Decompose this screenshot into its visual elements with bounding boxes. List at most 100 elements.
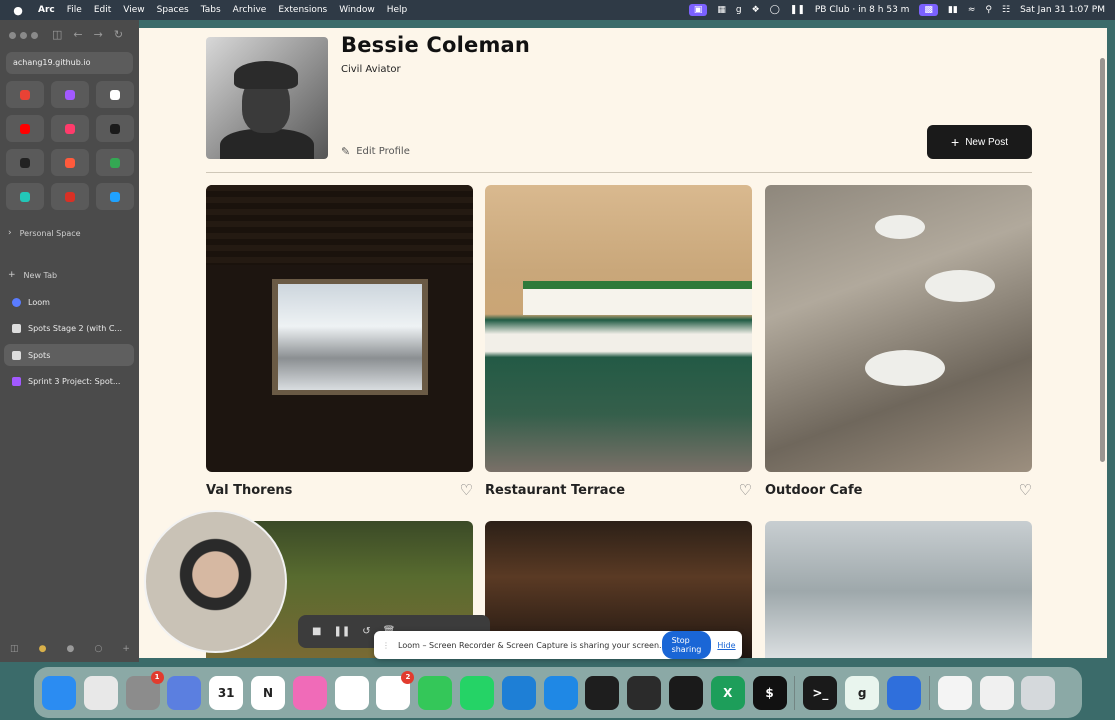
menu-help[interactable]: Help [387,5,408,15]
favorite-tile[interactable] [51,115,89,142]
drag-handle-icon[interactable]: ⋮ [382,641,390,650]
screen-icon[interactable] [979,675,1014,710]
sidebar-tab-loom[interactable]: Loom [4,291,134,313]
screen-mirror-icon[interactable]: ▩ [919,4,938,16]
new-post-button[interactable]: + New Post [927,125,1032,159]
sidebar-tab-spots-stage-2[interactable]: Spots Stage 2 (with C... [4,317,134,339]
favorite-tile[interactable] [6,115,44,142]
favorite-tile[interactable] [96,81,134,108]
forward-arrow-icon[interactable]: → [94,28,103,41]
search-icon[interactable]: ⚲ [985,5,992,15]
system-settings-icon[interactable]: 1 [125,670,164,710]
close-window-icon[interactable] [9,32,16,39]
favorite-tile[interactable] [6,81,44,108]
heart-icon[interactable]: ♡ [1019,481,1032,499]
favorite-tile[interactable] [96,115,134,142]
loom-camera-bubble[interactable] [144,510,287,653]
pinwheel-icon[interactable] [292,675,327,710]
hide-banner-link[interactable]: Hide [717,641,735,650]
menu-window[interactable]: Window [339,5,375,15]
favorite-tile[interactable] [51,183,89,210]
space-dot-icon[interactable]: ● [39,644,47,654]
trash-icon[interactable] [1021,675,1056,710]
battery-icon[interactable]: ▮▮ [948,5,958,15]
menu-tabs[interactable]: Tabs [201,5,221,15]
add-space-icon[interactable]: + [122,644,130,654]
calendar-status[interactable]: PB Club · in 8 h 53 m [815,5,910,15]
dollar-icon[interactable]: $ [752,675,787,710]
back-arrow-icon[interactable]: ← [73,28,82,41]
excel-icon[interactable]: X [710,675,745,710]
arc-ring-icon[interactable] [627,675,662,710]
notion-icon[interactable]: N [250,675,285,710]
messages-icon[interactable] [418,675,453,710]
personal-space-section[interactable]: › Personal Space [8,228,81,238]
card-image[interactable] [765,521,1032,658]
stop-sharing-button[interactable]: Stop sharing [661,631,712,659]
control-center-icon[interactable]: ☷ [1002,5,1010,15]
sidebar-toggle-icon[interactable]: ◫ [52,28,62,41]
calendar-icon[interactable]: 31 [209,675,244,710]
favorite-tile[interactable] [6,183,44,210]
menu-app-name[interactable]: Arc [38,5,55,15]
heart-icon[interactable]: ♡ [460,481,473,499]
heart-icon[interactable]: ♡ [739,481,752,499]
grammarly-icon[interactable]: g [845,675,880,710]
pause-recording-icon[interactable]: ❚❚ [333,626,350,637]
dropbox-icon[interactable]: ❖ [752,5,760,15]
simulator-icon[interactable] [167,675,202,710]
chrome-icon[interactable] [334,675,369,710]
favorite-tile[interactable] [96,149,134,176]
sync-icon[interactable]: ◯ [770,5,780,15]
apple-icon[interactable]: ● [10,4,26,17]
sidebar-tab-spots[interactable]: Spots [4,344,134,366]
menu-edit[interactable]: Edit [94,5,111,15]
menu-extensions[interactable]: Extensions [278,5,327,15]
whatsapp-icon[interactable] [459,675,494,710]
screen-record-icon[interactable]: ▣ [688,4,708,16]
affinity-icon[interactable] [543,675,578,710]
sidebar-tab-sprint-3[interactable]: Sprint 3 Project: Spot... [4,370,134,392]
grid-icon[interactable]: ▦ [717,5,726,15]
minimize-window-icon[interactable] [20,32,27,39]
disk-utility-icon[interactable] [886,675,921,710]
url-bar[interactable]: achang19.github.io [6,52,133,74]
space-icon[interactable]: ● [67,644,75,654]
card-image[interactable] [206,185,473,472]
card-image[interactable] [485,185,752,472]
plus-icon: + [8,270,16,280]
reload-icon[interactable]: ↻ [114,28,123,41]
terminal-icon[interactable]: >_ [803,675,838,710]
new-tab-button[interactable]: + New Tab [8,270,57,280]
menu-archive[interactable]: Archive [233,5,267,15]
zoom-window-icon[interactable] [31,32,38,39]
menu-file[interactable]: File [67,5,82,15]
stop-recording-icon[interactable]: ■ [312,626,321,637]
figma-icon [65,89,75,100]
grammarly-menu-icon[interactable]: g [736,5,742,15]
slack-icon[interactable]: 2 [376,670,415,710]
vscode-icon[interactable] [501,675,536,710]
favorite-tile[interactable] [96,183,134,210]
clock[interactable]: Sat Jan 31 1:07 PM [1020,5,1105,15]
favorite-tile[interactable] [51,149,89,176]
page-scrollbar[interactable] [1100,58,1105,462]
space-icon[interactable]: ○ [94,644,102,654]
pause-icon[interactable]: ❚❚ [790,5,805,15]
wifi-icon[interactable]: ≈ [968,5,976,15]
card-image[interactable] [765,185,1032,472]
menu-spaces[interactable]: Spaces [157,5,189,15]
favorite-tile[interactable] [51,81,89,108]
finder-icon[interactable] [42,675,76,710]
edit-profile-button[interactable]: ✎ Edit Profile [341,145,410,158]
favorite-tile[interactable] [6,149,44,176]
profile-role: Civil Aviator [341,64,401,75]
arc-icon[interactable] [668,675,703,710]
record-icon [65,123,75,134]
archive-icon[interactable]: ◫ [10,644,19,654]
restart-icon[interactable]: ↺ [362,626,370,637]
launchpad-icon[interactable] [83,675,118,710]
menu-view[interactable]: View [123,5,144,15]
figma-icon[interactable] [585,675,620,710]
document-icon[interactable] [937,675,972,710]
